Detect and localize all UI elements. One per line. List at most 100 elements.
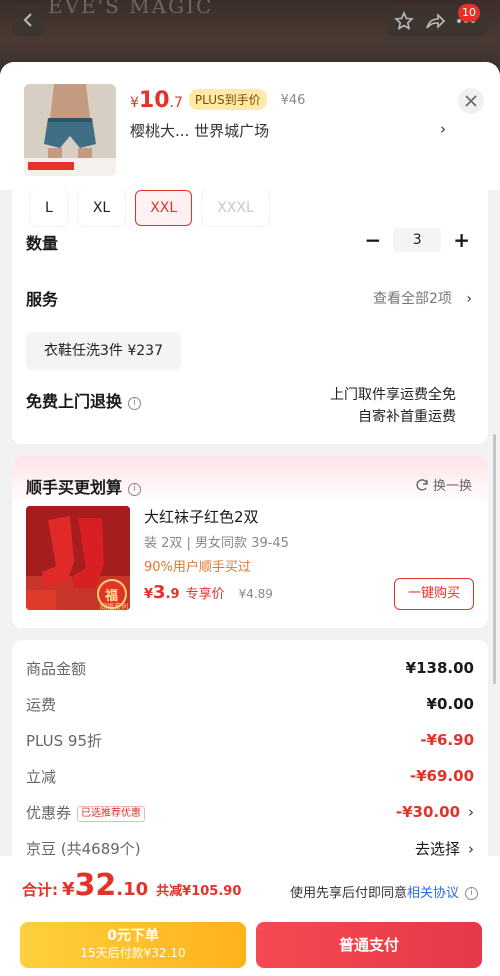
bundle-popularity: 90%用户顺手买过 [144,560,251,575]
size-options: L XL XXL XXXL [30,190,269,226]
one-click-buy-button[interactable]: 一键购买 [394,578,474,610]
pay-later-line1: 0元下单 [107,928,159,944]
product-header: ¥ 10 .7 PLUS到手价 ¥46 樱桃大... 世界城广场 › [0,62,500,190]
bundle-price-tag: 专享价 [185,587,225,602]
summary-key: 立减 [26,767,57,786]
chevron-right-icon: › [466,291,472,307]
bundle-title: 顺手买更划算 i [26,474,142,498]
return-note-line2: 自寄补首重运费 [358,409,456,425]
bundle-item-name[interactable]: 大红袜子红色2双 [144,506,259,527]
shop-chevron-icon[interactable]: › [440,120,446,138]
share-icon[interactable] [424,11,446,31]
star-icon[interactable] [394,11,414,31]
size-option-l[interactable]: L [30,190,68,226]
product-price-row: ¥ 10 .7 PLUS到手价 ¥46 [130,88,305,113]
free-return-label: 免费上门退换 i [26,388,142,412]
bundle-old-price: ¥4.89 [238,587,273,601]
bundle-item-spec: 装 2双 | 男女同款 39-45 [144,536,289,551]
size-option-xxxl: XXXL [202,190,269,226]
summary-key: 优惠券 已选推荐优惠 [26,802,146,823]
coupon-tag: 已选推荐优惠 [77,805,146,822]
summary-row: PLUS 95折 -¥6.90 [26,728,474,752]
bundle-price-integer: 3 [153,582,166,603]
summary-row: 立减 -¥69.00 [26,764,474,788]
summary-key: 商品金额 [26,659,87,678]
summary-value: -¥69.00 [409,767,474,785]
swap-label: 换一换 [432,479,472,494]
agreement-prefix: 使用先享后付即同意 [289,886,407,901]
total-integer: 32 [74,868,117,903]
summary-row: 商品金额 ¥138.00 [26,656,474,680]
chevron-right-icon: › [468,803,474,821]
coupon-label: 优惠券 [26,803,72,822]
purchase-sheet: ¥ 10 .7 PLUS到手价 ¥46 樱桃大... 世界城广场 › L XL … [0,62,500,976]
minus-icon[interactable]: − [364,228,381,252]
message-badge: 10 [458,4,480,22]
bundle-title-text: 顺手买更划算 [26,478,123,497]
jingdou-value: 去选择 [414,839,460,858]
bundle-recommend-card: 顺手买更划算 i 换一换 福 同福系列 大红袜子红色2双 装 2双 | 男女同款 … [12,456,488,628]
plus-icon[interactable]: + [453,228,470,252]
brand-logo-text: EVE'S MAGIC [48,0,214,18]
bundle-price: ¥ 3 .9 专享价 ¥4.89 [144,582,273,603]
size-option-xl[interactable]: XL [77,190,126,226]
agreement-link[interactable]: 相关协议 [407,886,459,901]
plus-price-tag: PLUS到手价 [188,89,267,110]
coupon-value: -¥30.00 [395,803,460,821]
return-note: 上门取件享运费全免 自寄补首重运费 [330,384,456,428]
scrollbar[interactable] [493,434,496,684]
underwear-image [24,84,116,176]
total-price: 合计: ¥ 32 .10 共减¥105.90 [22,868,241,903]
image-caption: 同福系列 [100,603,128,610]
summary-key: PLUS 95折 [26,731,103,750]
refresh-icon [416,478,428,491]
price-integer: 10 [138,88,170,113]
bundle-price-decimal: .9 [165,587,180,602]
normal-pay-button[interactable]: 普通支付 [256,922,482,968]
price-decimal: .7 [169,95,183,111]
agreement-text: 使用先享后付即同意相关协议 i [290,882,478,901]
size-option-xxl[interactable]: XXL [135,190,193,226]
total-symbol: ¥ [62,879,75,900]
summary-key: 运费 [26,695,57,714]
price-symbol: ¥ [130,95,139,111]
options-card: L XL XXL XXXL 数量 − 3 + 服务 查看全部2项 › 衣鞋任洗3… [12,174,488,444]
total-label: 合计: [22,881,58,899]
summary-row: 运费 ¥0.00 [26,692,474,716]
pay-later-line2: 15天后付款¥32.10 [80,946,186,960]
back-button[interactable] [12,4,44,36]
pay-later-button[interactable]: 0元下单 15天后付款¥32.10 [20,922,246,968]
quantity-label: 数量 [26,234,59,253]
quantity-input[interactable]: 3 [393,228,442,252]
service-view-all[interactable]: 查看全部2项 › [373,288,472,308]
summary-value: ¥138.00 [405,659,474,677]
info-icon[interactable]: i [128,483,142,496]
summary-value: -¥6.90 [420,731,474,749]
total-saved: 共减¥105.90 [156,884,242,899]
info-icon[interactable]: i [465,887,478,900]
original-price: ¥46 [280,93,306,108]
quantity-stepper: − 3 + [364,228,470,252]
product-thumbnail[interactable] [24,84,116,176]
background-product-page: EVE'S MAGIC 10 [0,0,500,70]
close-icon [465,95,477,107]
shop-name[interactable]: 樱桃大... 世界城广场 [130,120,269,141]
total-decimal: .10 [116,879,149,900]
summary-value: -¥30.00 › [396,803,474,821]
top-actions: 10 [386,4,488,36]
free-return-text: 免费上门退换 [26,392,123,411]
laundry-service-chip[interactable]: 衣鞋任洗3件 ¥237 [26,332,181,370]
socks-image[interactable]: 福 同福系列 [26,506,130,610]
checkout-bar: 合计: ¥ 32 .10 共减¥105.90 使用先享后付即同意相关协议 i 0元… [0,856,500,976]
service-view-all-text: 查看全部2项 [373,291,452,307]
return-note-line1: 上门取件享运费全免 [330,387,456,403]
service-label: 服务 [26,290,59,309]
close-button[interactable] [458,88,484,114]
coupon-row[interactable]: 优惠券 已选推荐优惠 -¥30.00 › [26,800,474,824]
summary-value: ¥0.00 [426,695,474,713]
back-icon [23,13,32,27]
info-icon[interactable]: i [128,397,142,410]
bundle-price-symbol: ¥ [144,587,154,602]
chevron-right-icon: › [468,839,474,858]
swap-button[interactable]: 换一换 [415,475,472,494]
